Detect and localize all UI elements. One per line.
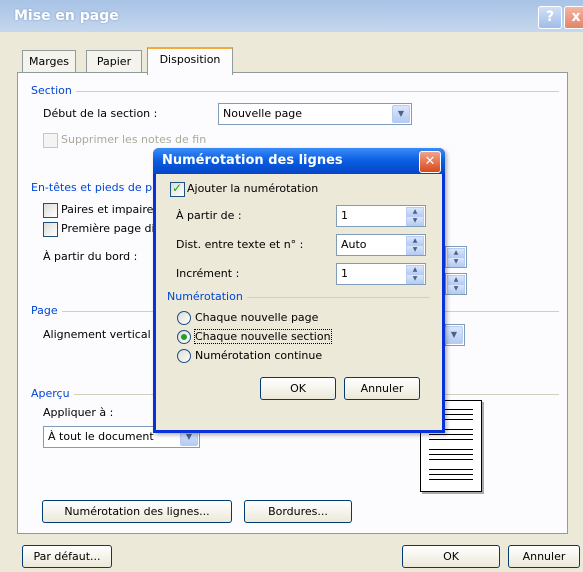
preview-group-label: Aperçu [31,387,74,400]
ok-button[interactable]: OK [402,545,500,568]
radio-continuous-label: Numérotation continue [195,349,323,362]
page-group-label: Page [31,304,62,317]
start-at-value: 1 [341,209,348,222]
button-label: OK [443,550,459,563]
numbering-group-label: Numérotation [167,290,247,303]
line-numbering-close-button[interactable]: ✕ [419,151,441,173]
first-page-label: Première page di [61,222,155,235]
radio-each-page[interactable] [177,311,191,325]
section-start-combo[interactable]: Nouvelle page ▼ [218,103,412,125]
increment-value: 1 [341,267,348,280]
cancel-button[interactable]: Annuler [508,545,580,568]
start-at-spinner[interactable]: 1 ▲ ▼ [336,205,426,227]
apply-to-value: À tout le document [48,430,154,443]
dialog-ok-button[interactable]: OK [260,377,336,400]
radio-each-section-label: Chaque nouvelle section [194,329,332,344]
vertical-align-combo[interactable]: ▼ [445,324,465,346]
button-label: Annuler [360,382,404,395]
headers-group-label: En-têtes et pieds de p [31,181,157,194]
window-titlebar: Mise en page [0,0,583,32]
first-page-checkbox[interactable] [43,222,58,237]
line-numbering-body: ✓ Ajouter la numérotation À partir de : … [156,174,442,430]
spin-down-icon[interactable]: ▼ [447,257,465,267]
button-label: Numérotation des lignes... [64,505,210,518]
button-label: Bordures... [268,505,328,518]
spin-down-icon[interactable]: ▼ [447,284,465,294]
button-label: OK [290,382,306,395]
group-divider [64,91,559,92]
start-at-label: À partir de : [176,209,242,222]
apply-to-label: Appliquer à : [43,406,114,419]
button-label: Par défaut... [33,550,101,563]
add-numbering-label: Ajouter la numérotation [187,182,319,195]
radio-selected-dot [181,334,187,340]
tab-disposition[interactable]: Disposition [147,47,233,75]
distance-label: Dist. entre texte et n° : [176,238,304,251]
section-start-label: Début de la section : [43,107,158,120]
close-icon: ✕ [424,154,436,169]
check-icon: ✓ [172,181,183,195]
tab-label: Disposition [159,53,221,66]
chevron-down-icon[interactable]: ▼ [392,105,410,123]
odd-even-label: Paires et impaire [61,203,154,216]
line-numbering-titlebar: Numérotation des lignes [153,148,445,174]
line-numbering-title: Numérotation des lignes [162,153,343,168]
section-start-value: Nouvelle page [223,107,303,120]
line-numbers-button[interactable]: Numérotation des lignes... [42,500,232,523]
help-button[interactable]: ? [538,6,562,29]
line-numbering-dialog: Numérotation des lignes ✕ ✓ Ajouter la n… [153,148,445,433]
borders-button[interactable]: Bordures... [244,500,352,523]
suppress-endnotes-checkbox[interactable] [43,133,58,148]
chevron-down-icon[interactable]: ▼ [445,326,463,344]
add-numbering-checkbox[interactable]: ✓ [170,181,185,197]
group-divider [244,297,430,298]
default-button[interactable]: Par défaut... [22,545,112,568]
increment-label: Incrément : [176,267,240,280]
vertical-align-label: Alignement vertical : [43,328,158,341]
header-edge-spinner[interactable]: ▲ ▼ [445,246,467,268]
section-group-label: Section [31,84,76,97]
dialog-cancel-button[interactable]: Annuler [344,377,420,400]
spin-down-icon[interactable]: ▼ [406,274,424,284]
increment-spinner[interactable]: 1 ▲ ▼ [336,263,426,285]
footer-edge-spinner[interactable]: ▲ ▼ [445,273,467,295]
window-title: Mise en page [14,8,119,24]
spin-down-icon[interactable]: ▼ [406,245,424,255]
radio-each-section[interactable] [177,330,191,344]
odd-even-checkbox[interactable] [43,203,58,218]
spin-down-icon[interactable]: ▼ [406,216,424,226]
distance-spinner[interactable]: Auto ▲ ▼ [336,234,426,256]
radio-continuous[interactable] [177,349,191,363]
button-label: Annuler [522,550,566,563]
close-icon: x [571,9,581,25]
tab-papier[interactable]: Papier [86,50,142,73]
suppress-endnotes-label: Supprimer les notes de fin [61,133,207,146]
window-close-button[interactable]: x [564,6,583,29]
help-icon: ? [545,9,555,25]
tab-marges[interactable]: Marges [22,50,76,73]
radio-each-page-label: Chaque nouvelle page [195,311,319,324]
tab-label: Marges [28,55,70,68]
from-edge-label: À partir du bord : [43,250,138,263]
distance-value: Auto [341,238,367,251]
tab-label: Papier [96,55,132,68]
